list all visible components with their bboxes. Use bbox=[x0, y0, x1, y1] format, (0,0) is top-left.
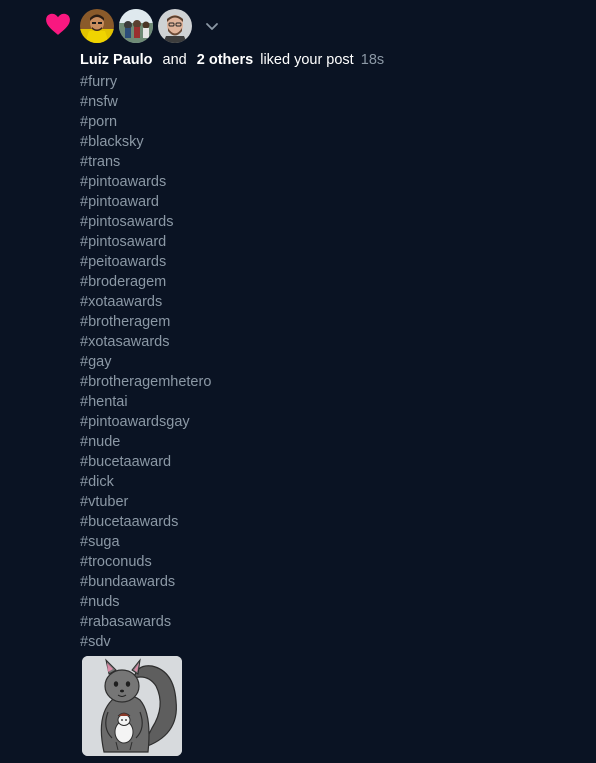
others-link[interactable]: 2 others bbox=[197, 52, 253, 68]
hashtag: #trans bbox=[80, 154, 121, 170]
post-hashtag-list: #furry #nsfw #porn #blacksky #trans #pin… bbox=[80, 72, 211, 652]
liker-avatars bbox=[80, 8, 223, 44]
hashtag: #xotaawards bbox=[80, 294, 163, 310]
hashtag: #bucetaawards bbox=[80, 514, 179, 530]
heart-icon bbox=[46, 13, 70, 35]
hashtag: #pintosaward bbox=[80, 234, 167, 250]
hashtag: #pintoaward bbox=[80, 194, 159, 210]
hashtag: #gay bbox=[80, 354, 112, 370]
avatar-luiz-paulo[interactable] bbox=[80, 9, 114, 43]
hashtag: #rabasawards bbox=[80, 614, 172, 630]
hashtag: #broderagem bbox=[80, 274, 167, 290]
hashtag: #nsfw bbox=[80, 94, 118, 110]
notification-headline: Luiz Paulo and 2 others liked your post … bbox=[80, 51, 384, 69]
hashtag: #brotheragemhetero bbox=[80, 374, 212, 390]
hashtag: #suga bbox=[80, 534, 120, 550]
hashtag: #hentai bbox=[80, 394, 128, 410]
hashtag: #blacksky bbox=[80, 134, 144, 150]
hashtag: #peitoawards bbox=[80, 254, 167, 270]
hashtag: #brotheragem bbox=[80, 314, 171, 330]
avatar-liker-3[interactable] bbox=[158, 9, 192, 43]
hashtag: #pintoawards bbox=[80, 174, 167, 190]
chevron-down-icon[interactable] bbox=[201, 15, 223, 37]
hashtag: #nude bbox=[80, 434, 121, 450]
conjunction-text: and bbox=[162, 52, 187, 68]
hashtag: #sdv bbox=[80, 634, 111, 650]
action-text: liked your post bbox=[260, 52, 354, 68]
hashtag: #xotasawards bbox=[80, 334, 170, 350]
liker-name-link[interactable]: Luiz Paulo bbox=[80, 52, 153, 68]
avatar-liker-2[interactable] bbox=[119, 9, 153, 43]
hashtag: #porn bbox=[80, 114, 118, 130]
timestamp: 18s bbox=[360, 52, 385, 68]
hashtag: #pintoawardsgay bbox=[80, 414, 190, 430]
hashtag: #bucetaaward bbox=[80, 454, 172, 470]
hashtag: #nuds bbox=[80, 594, 120, 610]
post-media-thumbnail[interactable] bbox=[82, 656, 182, 756]
hashtag: #dick bbox=[80, 474, 114, 490]
hashtag: #vtuber bbox=[80, 494, 129, 510]
like-notification[interactable]: Luiz Paulo and 2 others liked your post … bbox=[0, 0, 596, 763]
hashtag: #troconuds bbox=[80, 554, 152, 570]
hashtag: #bundaawards bbox=[80, 574, 176, 590]
hashtag: #furry bbox=[80, 74, 118, 90]
hashtag: #pintosawards bbox=[80, 214, 174, 230]
